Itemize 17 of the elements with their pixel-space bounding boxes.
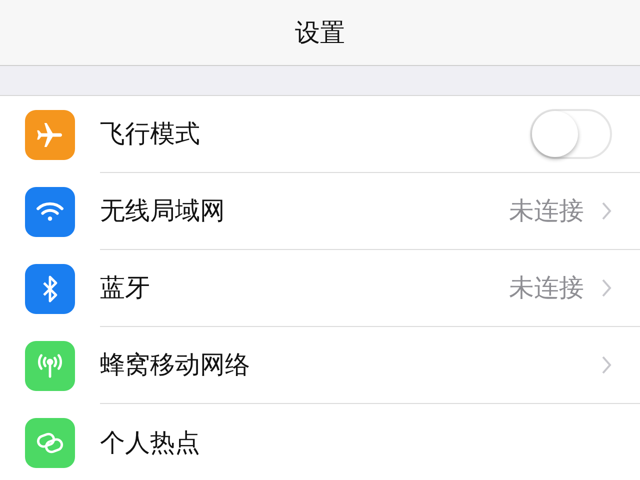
settings-row[interactable]: 蓝牙 未连接 <box>0 250 640 327</box>
page-title: 设置 <box>295 16 345 49</box>
settings-row[interactable]: 个人热点 <box>0 404 640 480</box>
row-label: 飞行模式 <box>100 118 201 150</box>
settings-row[interactable]: 飞行模式 <box>0 96 640 173</box>
row-label: 个人热点 <box>100 426 201 459</box>
chevron-right-icon <box>602 279 612 297</box>
row-label: 无线局域网 <box>100 195 226 228</box>
settings-row[interactable]: 无线局域网 未连接 <box>0 173 640 250</box>
row-label: 蓝牙 <box>100 272 151 304</box>
status-value: 未连接 <box>509 195 584 228</box>
row-label: 蜂窝移动网络 <box>100 349 251 382</box>
status-value: 未连接 <box>509 272 584 304</box>
toggle-switch[interactable] <box>530 109 612 159</box>
chevron-right-icon <box>602 202 612 220</box>
settings-row[interactable]: 蜂窝移动网络 <box>0 327 640 404</box>
chevron-right-icon <box>602 356 612 374</box>
